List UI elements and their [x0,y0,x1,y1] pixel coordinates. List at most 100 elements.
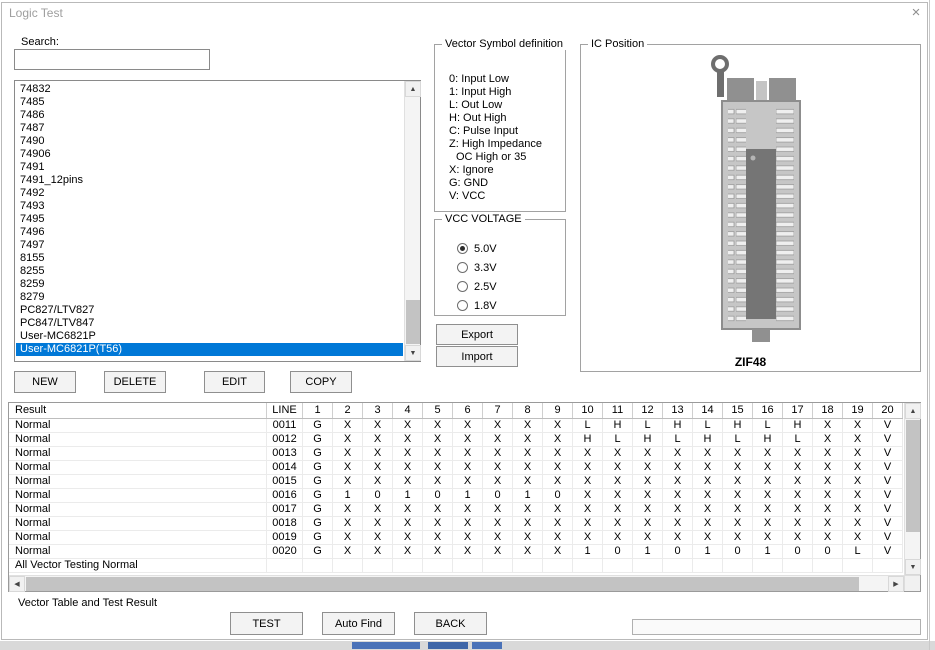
list-item[interactable]: 7490 [16,135,403,148]
table-horizontal-scrollbar[interactable]: ◀ ▶ [9,575,904,591]
vcc-option[interactable]: 5.0V [457,242,497,255]
table-row[interactable]: Normal0013GXXXXXXXXXXXXXXXXXXV [9,447,903,461]
column-header: 7 [483,403,513,418]
import-button[interactable]: Import [436,346,518,367]
table-cell: 1 [513,489,543,502]
vcc-option[interactable]: 1.8V [457,299,497,312]
list-item[interactable]: 74906 [16,148,403,161]
close-icon[interactable]: × [906,4,926,22]
table-cell [393,559,423,572]
scroll-thumb[interactable] [906,420,920,532]
edit-button[interactable]: EDIT [204,371,265,393]
table-cell: L [663,433,693,446]
table-cell: X [513,531,543,544]
table-row[interactable]: Normal0018GXXXXXXXXXXXXXXXXXXV [9,517,903,531]
search-input[interactable] [14,49,210,70]
scroll-down-icon[interactable]: ▼ [405,345,421,361]
scroll-up-icon[interactable]: ▲ [405,81,421,97]
list-scrollbar[interactable]: ▲ ▼ [404,81,420,361]
scroll-down-icon[interactable]: ▼ [905,559,921,575]
new-button[interactable]: NEW [14,371,76,393]
list-item[interactable]: 8255 [16,265,403,278]
table-cell: H [783,419,813,432]
scroll-up-icon[interactable]: ▲ [905,403,921,419]
vcc-option[interactable]: 3.3V [457,261,497,274]
table-cell: X [363,531,393,544]
table-cell: X [453,517,483,530]
taskbar-item[interactable] [352,642,420,649]
table-row[interactable]: Normal0015GXXXXXXXXXXXXXXXXXXV [9,475,903,489]
list-item[interactable]: 7491_12pins [16,174,403,187]
copy-button[interactable]: COPY [290,371,352,393]
table-row[interactable]: Normal0012GXXXXXXXXHLHLHLHLXXV [9,433,903,447]
taskbar-item[interactable] [472,642,502,649]
list-item[interactable]: User-MC6821P [16,330,403,343]
table-cell: X [513,447,543,460]
table-row[interactable]: Normal0011GXXXXXXXXLHLHLHLHXXV [9,419,903,433]
table-cell: X [423,545,453,558]
table-cell: X [543,419,573,432]
back-button[interactable]: BACK [414,612,487,635]
table-row[interactable]: Normal0016G10101010XXXXXXXXXXV [9,489,903,503]
table-cell [543,559,573,572]
list-item[interactable]: 7497 [16,239,403,252]
symbol-line: H: Out High [449,112,542,125]
table-cell: 0 [543,489,573,502]
result-table[interactable]: ResultLINE123456789101112131415161718192… [8,402,921,592]
list-item[interactable]: 7496 [16,226,403,239]
table-cell: X [453,503,483,516]
list-item[interactable]: 7495 [16,213,403,226]
table-cell: X [393,475,423,488]
scroll-thumb[interactable] [406,300,420,344]
vcc-option-label: 2.5V [474,281,497,293]
test-button[interactable]: TEST [230,612,303,635]
result-cell: Normal [9,461,267,474]
list-item[interactable]: 8155 [16,252,403,265]
column-header: 18 [813,403,843,418]
table-cell [303,559,333,572]
table-vertical-scrollbar[interactable]: ▲ ▼ [904,403,920,575]
column-header: 3 [363,403,393,418]
table-row[interactable]: Normal0020GXXXXXXXX101010100LV [9,545,903,559]
delete-button[interactable]: DELETE [104,371,166,393]
table-row[interactable]: Normal0019GXXXXXXXXXXXXXXXXXXV [9,531,903,545]
table-cell: X [573,489,603,502]
table-cell: X [333,475,363,488]
table-cell: X [423,419,453,432]
vcc-option[interactable]: 2.5V [457,280,497,293]
lever-icon [713,57,727,71]
list-item[interactable]: PC827/LTV827 [16,304,403,317]
list-item[interactable]: 8279 [16,291,403,304]
list-item[interactable]: PC847/LTV847 [16,317,403,330]
table-row[interactable]: Normal0014GXXXXXXXXXXXXXXXXXXV [9,461,903,475]
list-item[interactable]: 7492 [16,187,403,200]
result-cell: Normal [9,503,267,516]
list-item[interactable]: 7491 [16,161,403,174]
table-cell: L [603,433,633,446]
table-cell: X [483,517,513,530]
list-item[interactable]: User-MC6821P(T56) [16,343,403,356]
list-item[interactable]: 74832 [16,83,403,96]
taskbar-item[interactable] [428,642,468,649]
auto-find-button[interactable]: Auto Find [322,612,395,635]
scroll-right-icon[interactable]: ▶ [888,576,904,592]
list-item[interactable]: 7486 [16,109,403,122]
ic-listbox[interactable]: 7483274857486748774907490674917491_12pin… [14,80,421,362]
list-item[interactable]: 7493 [16,200,403,213]
table-cell: X [663,531,693,544]
table-cell: X [753,531,783,544]
table-row[interactable]: Normal0017GXXXXXXXXXXXXXXXXXXV [9,503,903,517]
scroll-left-icon[interactable]: ◀ [9,576,25,592]
table-cell: X [333,503,363,516]
table-cell: X [393,517,423,530]
list-item[interactable]: 7485 [16,96,403,109]
export-button[interactable]: Export [436,324,518,345]
symbol-line: 0: Input Low [449,73,542,86]
list-item[interactable]: 7487 [16,122,403,135]
scroll-thumb[interactable] [26,577,859,591]
table-cell: L [783,433,813,446]
result-cell: Normal [9,447,267,460]
table-cell: X [783,475,813,488]
list-item[interactable]: 8259 [16,278,403,291]
table-cell [693,559,723,572]
